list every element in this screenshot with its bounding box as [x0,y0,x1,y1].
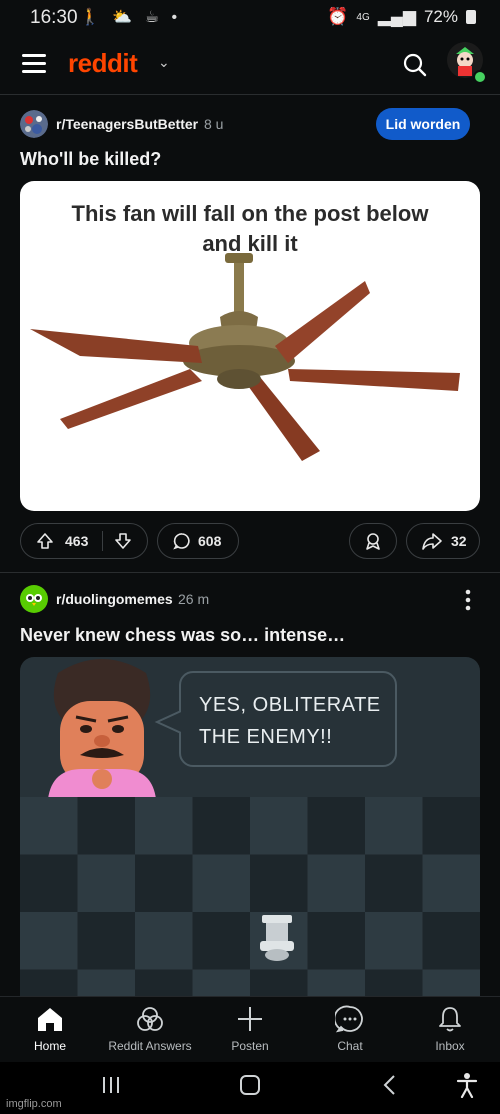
nav-chat-label: Chat [337,1039,363,1053]
character-icon [48,659,156,799]
alarm-icon: ⏰ [327,7,349,26]
board-square [135,912,193,970]
board-square [307,797,365,855]
comment-icon [172,531,192,551]
board-square [307,912,365,970]
board-square [422,912,480,970]
post2-time: 26 m [178,591,210,607]
post1-title[interactable]: Who'll be killed? [20,149,161,170]
chevron-down-icon[interactable]: ⌄ [158,54,170,71]
chessboard [20,797,480,1002]
post-divider [0,572,500,573]
more-options-icon[interactable] [458,588,478,612]
battery-icon [466,10,476,24]
downvote-icon[interactable] [113,531,133,551]
speech-line-1: YES, OBLITERATE [199,694,381,716]
board-square [20,797,78,855]
caption-line-1: This fan will fall on the post below [71,201,429,226]
post1-time: 8 u [204,116,224,132]
home-icon [0,1005,100,1033]
accessibility-icon[interactable] [456,1072,478,1103]
watermark: imgflip.com [6,1098,62,1110]
speech-text: YES, OBLITERATE THE ENEMY!! [199,689,381,753]
network-label: 4G [356,11,370,23]
board-square [192,797,250,855]
share-icon [421,531,443,551]
board-square [365,912,423,970]
board-square [422,854,480,912]
speech-line-2: THE ENEMY!! [199,726,333,748]
ceiling-fan-icon [30,253,460,461]
board-square [192,854,250,912]
post1-image[interactable]: This fan will fall on the post below and… [20,181,480,511]
subreddit-icon[interactable] [20,585,48,618]
post2-title[interactable]: Never knew chess was so… intense… [20,625,345,646]
status-right: ⏰ 4G ▂▄▆ 72% [327,7,476,27]
nav-home[interactable]: Home [0,997,100,1063]
status-time: 16:30 [30,7,78,28]
comment-count: 608 [198,533,222,549]
speech-tail-icon [154,710,181,734]
nav-home-label: Home [33,1039,66,1053]
speech-bubble: YES, OBLITERATE THE ENEMY!! [179,671,397,767]
reddit-logo[interactable]: reddit [68,48,138,79]
nav-answers-label: Reddit Answers [108,1039,192,1053]
nav-posten[interactable]: Posten [200,997,300,1063]
nav-reddit-answers[interactable]: Reddit Answers [100,997,200,1063]
answers-icon [100,1005,200,1033]
back-icon[interactable] [380,1074,400,1101]
menu-icon[interactable] [22,54,46,74]
board-square [20,912,78,970]
subreddit-icon[interactable] [20,110,48,143]
board-square [135,854,193,912]
comments-button[interactable]: 608 [157,523,239,559]
share-button[interactable]: 32 [406,523,480,559]
board-square [77,912,135,970]
recents-icon[interactable] [100,1074,122,1101]
board-square [365,797,423,855]
board-square [20,854,78,912]
battery-text: 72% [423,7,458,26]
post2-image[interactable]: YES, OBLITERATE THE ENEMY!! [20,657,480,1002]
share-count: 32 [451,533,467,549]
vote-pill: 463 [20,523,148,559]
upvote-count: 463 [65,533,89,549]
board-square [250,797,308,855]
board-square [250,854,308,912]
app-header: reddit ⌄ [0,34,500,94]
nav-inbox-label: Inbox [435,1039,465,1053]
plus-icon [200,1005,300,1033]
board-square [422,797,480,855]
award-button[interactable] [349,523,397,559]
status-icons: 🚶 ⛅ ☕ • [80,9,182,26]
home-system-icon[interactable] [238,1074,262,1101]
post2-subreddit[interactable]: r/duolingomemes [56,591,173,607]
header-divider [0,94,500,95]
board-square [365,854,423,912]
chat-icon [300,1005,400,1033]
board-square [192,912,250,970]
post1-image-caption: This fan will fall on the post below and… [20,199,480,259]
online-indicator [473,70,487,84]
upvote-icon[interactable] [35,531,55,551]
bell-icon [400,1005,500,1033]
board-square [307,854,365,912]
award-icon [363,531,383,551]
post1-subreddit[interactable]: r/TeenagersButBetter [56,116,198,132]
nav-chat[interactable]: Chat [300,997,400,1063]
board-square [135,797,193,855]
signal-icon: ▂▄▆ [377,7,416,26]
board-square [77,797,135,855]
nav-posten-label: Posten [231,1039,269,1053]
board-square [77,854,135,912]
system-nav-bar: imgflip.com [0,1062,500,1114]
search-icon[interactable] [402,52,428,83]
status-bar: 16:30 🚶 ⛅ ☕ • ⏰ 4G ▂▄▆ 72% [0,0,500,34]
bottom-nav: Home Reddit Answers Posten Chat Inbox [0,996,500,1063]
nav-inbox[interactable]: Inbox [400,997,500,1063]
join-button[interactable]: Lid worden [376,108,470,140]
